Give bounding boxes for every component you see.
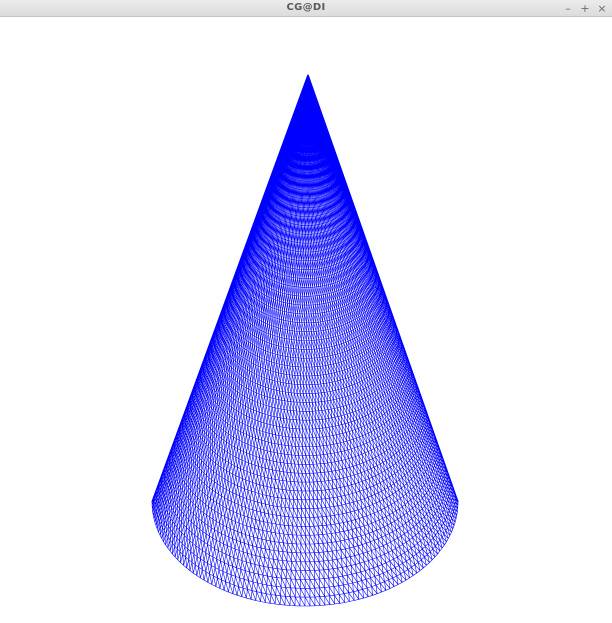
minimize-button[interactable]: – <box>562 2 574 16</box>
title-bar[interactable]: CG@DI – + × <box>0 0 612 17</box>
window-controls: – + × <box>562 0 608 17</box>
window-title: CG@DI <box>286 2 326 13</box>
render-canvas[interactable] <box>0 17 612 623</box>
cone-wireframe <box>0 17 612 623</box>
app-window: CG@DI – + × <box>0 0 612 623</box>
close-button[interactable]: × <box>596 2 608 16</box>
maximize-button[interactable]: + <box>579 2 591 16</box>
